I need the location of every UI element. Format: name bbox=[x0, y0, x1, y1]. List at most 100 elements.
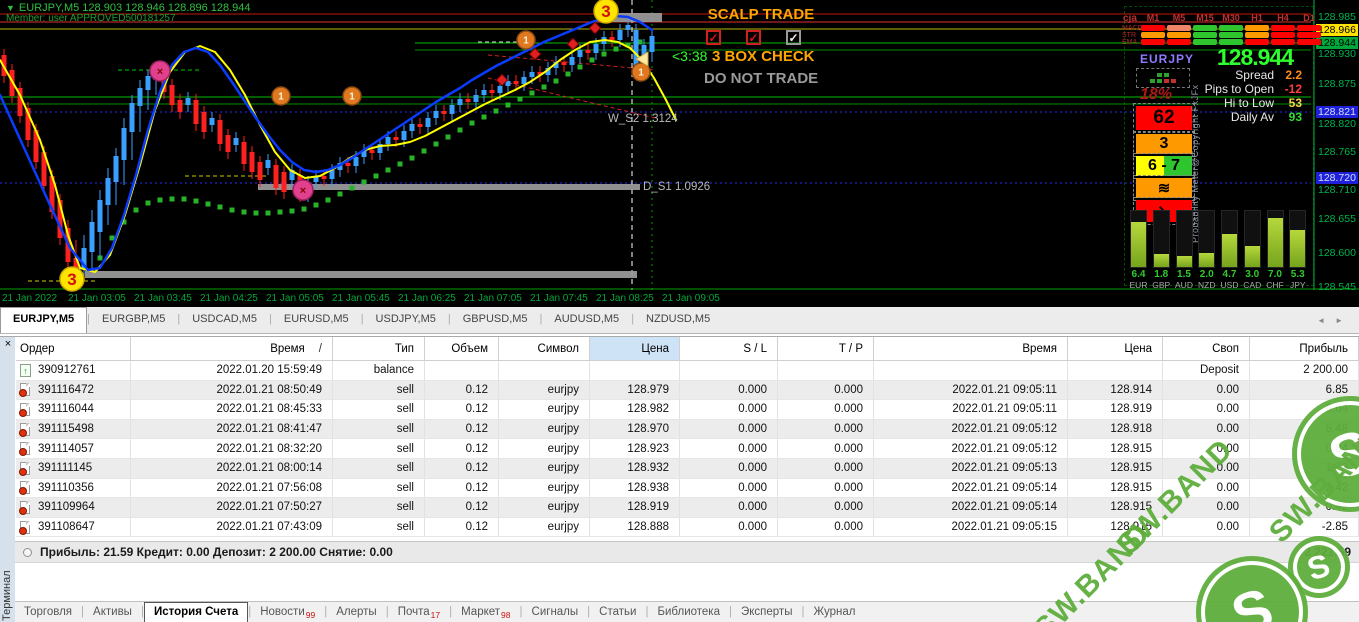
strength-value: 3.0 bbox=[1242, 269, 1263, 280]
candle bbox=[402, 131, 407, 140]
column-header-label: Объем bbox=[451, 343, 488, 355]
table-cell: balance bbox=[333, 361, 425, 380]
scroll-right-icon[interactable]: ► bbox=[1335, 316, 1353, 325]
column-header[interactable]: Время bbox=[874, 337, 1068, 360]
table-row[interactable]: 3911103562022.01.21 07:56:08sell0.12eurj… bbox=[16, 479, 1359, 499]
chart-tab-eurgbp-m5[interactable]: EURGBP,M5 bbox=[90, 307, 177, 333]
table-cell: 0.12 bbox=[425, 381, 499, 400]
tab-scroll-arrows[interactable]: ◄► bbox=[1317, 316, 1353, 325]
table-row[interactable]: 3911140572022.01.21 08:32:20sell0.12eurj… bbox=[16, 439, 1359, 459]
column-header[interactable]: Символ bbox=[499, 337, 590, 360]
table-cell: 0.000 bbox=[680, 381, 778, 400]
scroll-left-icon[interactable]: ◄ bbox=[1317, 316, 1335, 325]
table-row[interactable]: 3911086472022.01.21 07:43:09sell0.12eurj… bbox=[16, 518, 1359, 538]
column-header[interactable]: Тип bbox=[333, 337, 425, 360]
terminal-tab[interactable]: Маркет98 bbox=[452, 602, 519, 622]
candle bbox=[650, 36, 655, 52]
terminal-tab[interactable]: Активы bbox=[84, 602, 141, 622]
time-axis[interactable]: 21 Jan 202221 Jan 03:0521 Jan 03:4521 Ja… bbox=[0, 291, 1359, 307]
chart-tab-gbpusd-m5[interactable]: GBPUSD,M5 bbox=[451, 307, 540, 333]
table-cell: 2022.01.21 07:50:27 bbox=[131, 498, 333, 517]
close-icon[interactable]: × bbox=[2, 338, 14, 350]
table-cell: 2022.01.21 08:45:33 bbox=[131, 400, 333, 419]
column-header[interactable]: Объем bbox=[425, 337, 499, 360]
pivot-ds1-label: D_S1 1.0926 bbox=[643, 181, 710, 193]
table-row[interactable]: 3911154982022.01.21 08:41:47sell0.12eurj… bbox=[16, 420, 1359, 440]
table-cell: eurjpy bbox=[499, 400, 590, 419]
strength-bar-fill bbox=[1154, 254, 1169, 267]
chart-tab-nzdusd-m5[interactable]: NZDUSD,M5 bbox=[634, 307, 722, 333]
chart-tab-audusd-m5[interactable]: AUDUSD,M5 bbox=[542, 307, 631, 333]
column-header[interactable]: S / L bbox=[680, 337, 778, 360]
table-cell: 0.000 bbox=[778, 400, 874, 419]
cell-value: -2.85 bbox=[1322, 521, 1348, 533]
table-cell: 391108647 bbox=[16, 518, 131, 537]
column-header[interactable]: T / P bbox=[778, 337, 874, 360]
column-header[interactable]: Цена bbox=[590, 337, 680, 360]
table-cell: 0.000 bbox=[680, 420, 778, 439]
table-cell: 0.000 bbox=[778, 518, 874, 537]
table-cell: eurjpy bbox=[499, 518, 590, 537]
terminal-tab[interactable]: Эксперты bbox=[732, 602, 801, 622]
terminal-tab[interactable]: История Счета bbox=[144, 602, 248, 622]
cell-value: eurjpy bbox=[548, 501, 579, 513]
cell-value: eurjpy bbox=[548, 443, 579, 455]
table-row[interactable]: 3911099642022.01.21 07:50:27sell0.12eurj… bbox=[16, 498, 1359, 518]
column-header[interactable]: Цена bbox=[1068, 337, 1163, 360]
candle bbox=[106, 178, 111, 205]
yellow-marker-number: 3 bbox=[601, 2, 610, 21]
matrix-row-label: STR bbox=[1122, 32, 1136, 39]
column-header[interactable]: Ордер bbox=[16, 337, 131, 360]
table-cell: 0.12 bbox=[425, 479, 499, 498]
chart-tab-usdcad-m5[interactable]: USDCAD,M5 bbox=[180, 307, 269, 333]
table-cell: 128.919 bbox=[590, 498, 680, 517]
table-row[interactable]: 3911160442022.01.21 08:45:33sell0.12eurj… bbox=[16, 400, 1359, 420]
cell-value: sell bbox=[397, 521, 414, 533]
terminal-tab[interactable]: Новости99 bbox=[251, 602, 324, 622]
price-axis[interactable]: 128.985128.966128.944128.930128.875128.8… bbox=[1316, 0, 1359, 307]
candle bbox=[170, 85, 175, 105]
table-cell: 128.915 bbox=[1068, 498, 1163, 517]
table-row[interactable]: ↑3909127612022.01.20 15:59:49balanceDepo… bbox=[16, 361, 1359, 381]
trend-dot bbox=[470, 121, 475, 126]
table-cell: 391111145 bbox=[16, 459, 131, 478]
table-cell: ↑390912761 bbox=[16, 361, 131, 380]
trend-dot bbox=[218, 205, 223, 210]
table-cell: 2022.01.21 08:32:20 bbox=[131, 439, 333, 458]
table-cell: 0.000 bbox=[680, 498, 778, 517]
cell-value: eurjpy bbox=[548, 384, 579, 396]
probability-percent: 18% bbox=[1140, 86, 1172, 104]
candle bbox=[474, 95, 479, 102]
terminal-tab[interactable]: Алерты bbox=[327, 602, 385, 622]
cell-value: eurjpy bbox=[548, 482, 579, 494]
chart-canvas[interactable]: ××111133 ▼EURJPY,M5 128.903 128.946 128.… bbox=[0, 0, 1359, 307]
column-header[interactable]: Время/ bbox=[131, 337, 333, 360]
price-axis-label: 128.600 bbox=[1316, 247, 1358, 259]
candle bbox=[386, 137, 391, 144]
chart-tab-eurjpy-m5[interactable]: EURJPY,M5 bbox=[0, 307, 87, 333]
matrix-cell bbox=[1167, 39, 1191, 45]
table-cell: 2022.01.21 08:00:14 bbox=[131, 459, 333, 478]
terminal-tab[interactable]: Журнал bbox=[804, 602, 864, 622]
matrix-row-label: MACD bbox=[1122, 25, 1143, 32]
terminal-tab[interactable]: Почта17 bbox=[389, 602, 449, 622]
terminal-tab[interactable]: Сигналы bbox=[523, 602, 588, 622]
strength-value: 1.5 bbox=[1174, 269, 1195, 280]
terminal-side-strip: × Терминал bbox=[0, 337, 15, 622]
table-row[interactable]: 3911164722022.01.21 08:50:49sell0.12eurj… bbox=[16, 381, 1359, 401]
table-cell: 128.914 bbox=[1068, 381, 1163, 400]
pivot-ws2-label: W_S2 1.3124 bbox=[608, 113, 678, 125]
column-header[interactable]: Прибыль bbox=[1250, 337, 1359, 360]
cell-value: 0.00 bbox=[1217, 443, 1239, 455]
terminal-tab-label: Маркет bbox=[461, 606, 500, 618]
table-cell: 128.915 bbox=[1068, 459, 1163, 478]
terminal-tab[interactable]: Статьи bbox=[590, 602, 645, 622]
terminal-tab[interactable]: Торговля bbox=[15, 602, 81, 622]
table-row[interactable]: 3911111452022.01.21 08:00:14sell0.12eurj… bbox=[16, 459, 1359, 479]
chart-tab-usdjpy-m5[interactable]: USDJPY,M5 bbox=[364, 307, 448, 333]
stat-value: 53 bbox=[1289, 96, 1302, 110]
terminal-tab[interactable]: Библиотека bbox=[648, 602, 729, 622]
candle bbox=[514, 81, 519, 84]
column-header[interactable]: Своп bbox=[1163, 337, 1250, 360]
chart-tab-eurusd-m5[interactable]: EURUSD,M5 bbox=[272, 307, 361, 333]
